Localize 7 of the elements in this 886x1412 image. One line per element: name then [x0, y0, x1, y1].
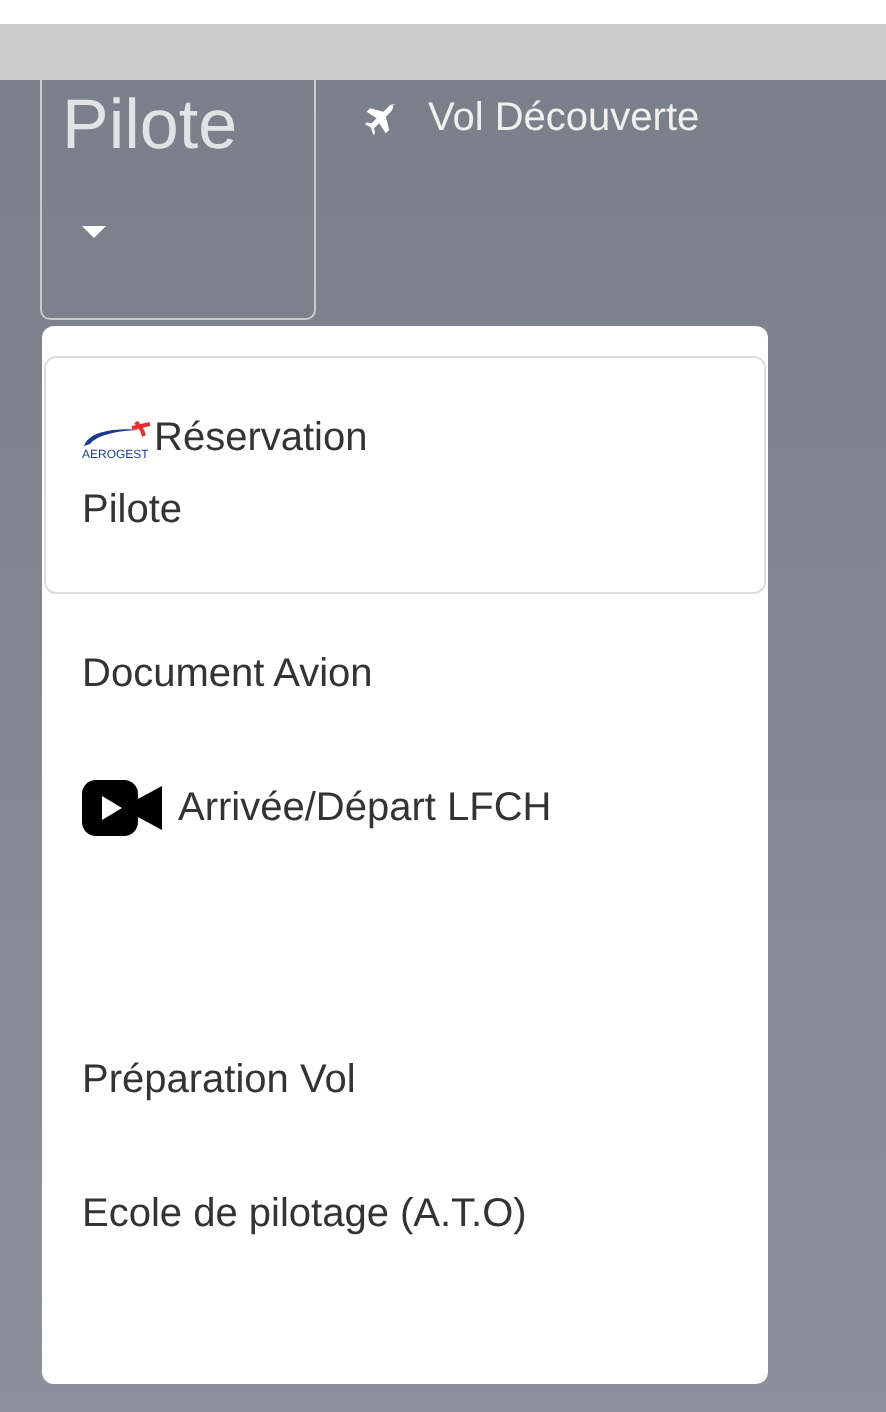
menu-item[interactable]: Arrivée/Départ LFCH: [42, 748, 768, 868]
discovery-flight-link[interactable]: Vol Découverte: [360, 96, 700, 142]
menu-item[interactable]: Ecole de pilotage (A.T.O): [42, 1154, 768, 1274]
plane-icon: [360, 99, 400, 139]
video-camera-icon: [82, 780, 162, 836]
menu-item[interactable]: Préparation Vol: [42, 1020, 768, 1140]
menu-item[interactable]: Document Avion: [42, 614, 768, 734]
